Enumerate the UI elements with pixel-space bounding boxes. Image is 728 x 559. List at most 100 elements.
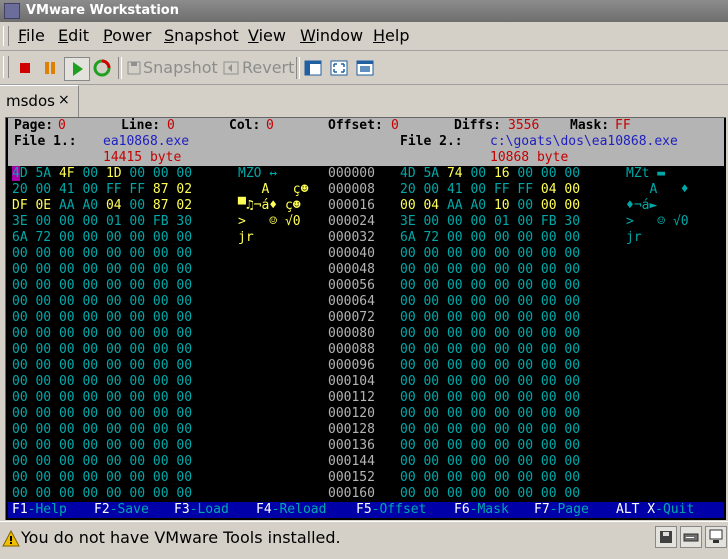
left-ascii-row: jr <box>238 230 254 245</box>
text-cursor: 4 <box>12 166 20 181</box>
devices-button[interactable] <box>655 526 677 548</box>
toolbar-grip[interactable] <box>3 56 9 78</box>
fkey-f3: F3-Load <box>174 502 229 517</box>
show-sidebar-button[interactable] <box>302 57 324 79</box>
right-hex-row: 00 00 00 00 00 00 00 00 <box>400 246 581 261</box>
vm-console[interactable]: Page: 0 Line: 0 Col: 0 Offset: 0 Diffs: … <box>5 117 726 520</box>
cdrom-button[interactable] <box>680 526 702 548</box>
left-hex-row: 00 00 00 00 00 00 00 00 <box>12 326 193 341</box>
right-hex-row: 00 00 00 00 00 00 00 00 <box>400 262 581 277</box>
menu-file[interactable]: File <box>18 26 45 45</box>
menu-help[interactable]: Help <box>373 26 409 45</box>
fkey-f6: F6-Mask <box>454 502 509 517</box>
left-hex-row: 00 00 00 00 00 00 00 00 <box>12 486 193 501</box>
sidebar-icon <box>304 60 322 76</box>
toolbar: Snapshot Revert <box>0 51 728 85</box>
offset-cell: 000024 <box>328 214 375 229</box>
snapshot-button[interactable]: Snapshot <box>124 57 218 79</box>
left-ascii-row: ▀♫¬á♦ ç☻ <box>238 198 301 213</box>
right-hex-row: 00 00 00 00 00 00 00 00 <box>400 422 581 437</box>
status-message: You do not have VMware Tools installed. <box>21 528 341 547</box>
power-off-button[interactable] <box>13 57 37 79</box>
right-hex-row: 00 00 00 00 00 00 00 00 <box>400 358 581 373</box>
left-hex-row: 00 00 00 00 00 00 00 00 <box>12 310 193 325</box>
offset-cell: 000048 <box>328 262 375 277</box>
menubar-grip[interactable] <box>3 26 9 46</box>
left-hex-row: 00 00 00 00 00 00 00 00 <box>12 246 193 261</box>
left-hex-row: 00 00 00 00 00 00 00 00 <box>12 262 193 277</box>
vmware-app-icon <box>4 3 20 19</box>
line-value: 0 <box>167 118 175 133</box>
right-ascii-row: > ☺ √0 <box>626 214 689 229</box>
menu-snapshot[interactable]: Snapshot <box>164 26 239 45</box>
suspend-button[interactable] <box>38 57 62 79</box>
left-hex-row: 00 00 00 00 00 00 00 00 <box>12 358 193 373</box>
cdrom-icon <box>683 533 699 542</box>
right-ascii-row: jr <box>626 230 642 245</box>
snapshot-icon <box>127 61 141 75</box>
left-hex-row: DF 0E AA A0 04 00 87 02 <box>12 198 193 213</box>
floppy-icon <box>660 531 672 543</box>
network-button[interactable] <box>705 526 727 548</box>
offset-cell: 000128 <box>328 422 375 437</box>
network-icon <box>709 529 723 543</box>
offset-cell: 000080 <box>328 326 375 341</box>
left-hex-row: 00 00 00 00 00 00 00 00 <box>12 278 193 293</box>
close-tab-icon[interactable]: × <box>58 92 70 108</box>
pause-icon <box>45 62 55 74</box>
mask-label: Mask: <box>570 118 610 133</box>
right-ascii-row: A ♦ <box>626 182 689 197</box>
menu-view[interactable]: View <box>248 26 286 45</box>
left-hex-row: 00 00 00 00 00 00 00 00 <box>12 406 193 421</box>
file1-name: ea10868.exe <box>103 134 190 149</box>
mask-value: FF <box>615 118 631 133</box>
left-hex-row: 00 00 00 00 00 00 00 00 <box>12 438 193 453</box>
power-on-button[interactable] <box>64 57 90 81</box>
line-label: Line: <box>121 118 161 133</box>
left-hex-row: 00 00 00 00 00 00 00 00 <box>12 294 193 309</box>
offset-cell: 000016 <box>328 198 375 213</box>
revert-button[interactable]: Revert <box>222 57 296 79</box>
right-hex-row: 4D 5A 74 00 16 00 00 00 <box>400 166 581 181</box>
menu-edit[interactable]: Edit <box>58 26 89 45</box>
page-label: Page: <box>14 118 54 133</box>
offset-cell: 000120 <box>328 406 375 421</box>
offset-value: 0 <box>391 118 399 133</box>
fkey-f5: F5-Offset <box>356 502 427 517</box>
offset-cell: 000032 <box>328 230 375 245</box>
fullscreen-icon <box>330 60 348 76</box>
left-hex-row: 3E 00 00 00 01 00 FB 30 <box>12 214 193 229</box>
left-hex-row: 00 00 00 00 00 00 00 00 <box>12 422 193 437</box>
menu-window[interactable]: Window <box>300 26 363 45</box>
right-hex-row: 6A 72 00 00 00 00 00 00 <box>400 230 581 245</box>
quick-switch-icon <box>356 60 374 76</box>
quick-switch-button[interactable] <box>354 57 376 79</box>
fkey-alt-x: ALT X-Quit <box>616 502 695 517</box>
full-screen-button[interactable] <box>328 57 350 79</box>
left-hex-row: 6A 72 00 00 00 00 00 00 <box>12 230 193 245</box>
offset-cell: 000144 <box>328 454 375 469</box>
tab-msdos[interactable]: msdos × <box>0 85 79 117</box>
tab-bar: msdos × <box>0 85 728 117</box>
reset-button[interactable] <box>90 57 114 79</box>
right-hex-row: 20 00 41 00 FF FF 04 00 <box>400 182 581 197</box>
file1-label: File 1.: <box>14 134 77 149</box>
file1-size: 14415 byte <box>103 150 182 165</box>
play-icon <box>73 62 83 76</box>
right-ascii-row: MZt ▬ <box>626 166 666 181</box>
toolbar-separator <box>296 57 300 79</box>
stop-icon <box>20 63 30 73</box>
tab-label: msdos <box>6 92 55 110</box>
right-hex-row: 00 04 AA A0 10 00 00 00 <box>400 198 581 213</box>
menu-power[interactable]: Power <box>103 26 151 45</box>
dos-screen: Page: 0 Line: 0 Col: 0 Offset: 0 Diffs: … <box>8 118 726 519</box>
offset-cell: 000136 <box>328 438 375 453</box>
left-hex-row: 00 00 00 00 00 00 00 00 <box>12 390 193 405</box>
col-value: 0 <box>266 118 274 133</box>
right-hex-row: 00 00 00 00 00 00 00 00 <box>400 326 581 341</box>
left-hex-row: 4D 5A 4F 00 1D 00 00 00 <box>12 166 193 181</box>
right-hex-row: 00 00 00 00 00 00 00 00 <box>400 486 581 501</box>
right-hex-row: 00 00 00 00 00 00 00 00 <box>400 406 581 421</box>
offset-cell: 000088 <box>328 342 375 357</box>
file2-name: c:\goats\dos\ea10868.exe <box>490 134 678 149</box>
